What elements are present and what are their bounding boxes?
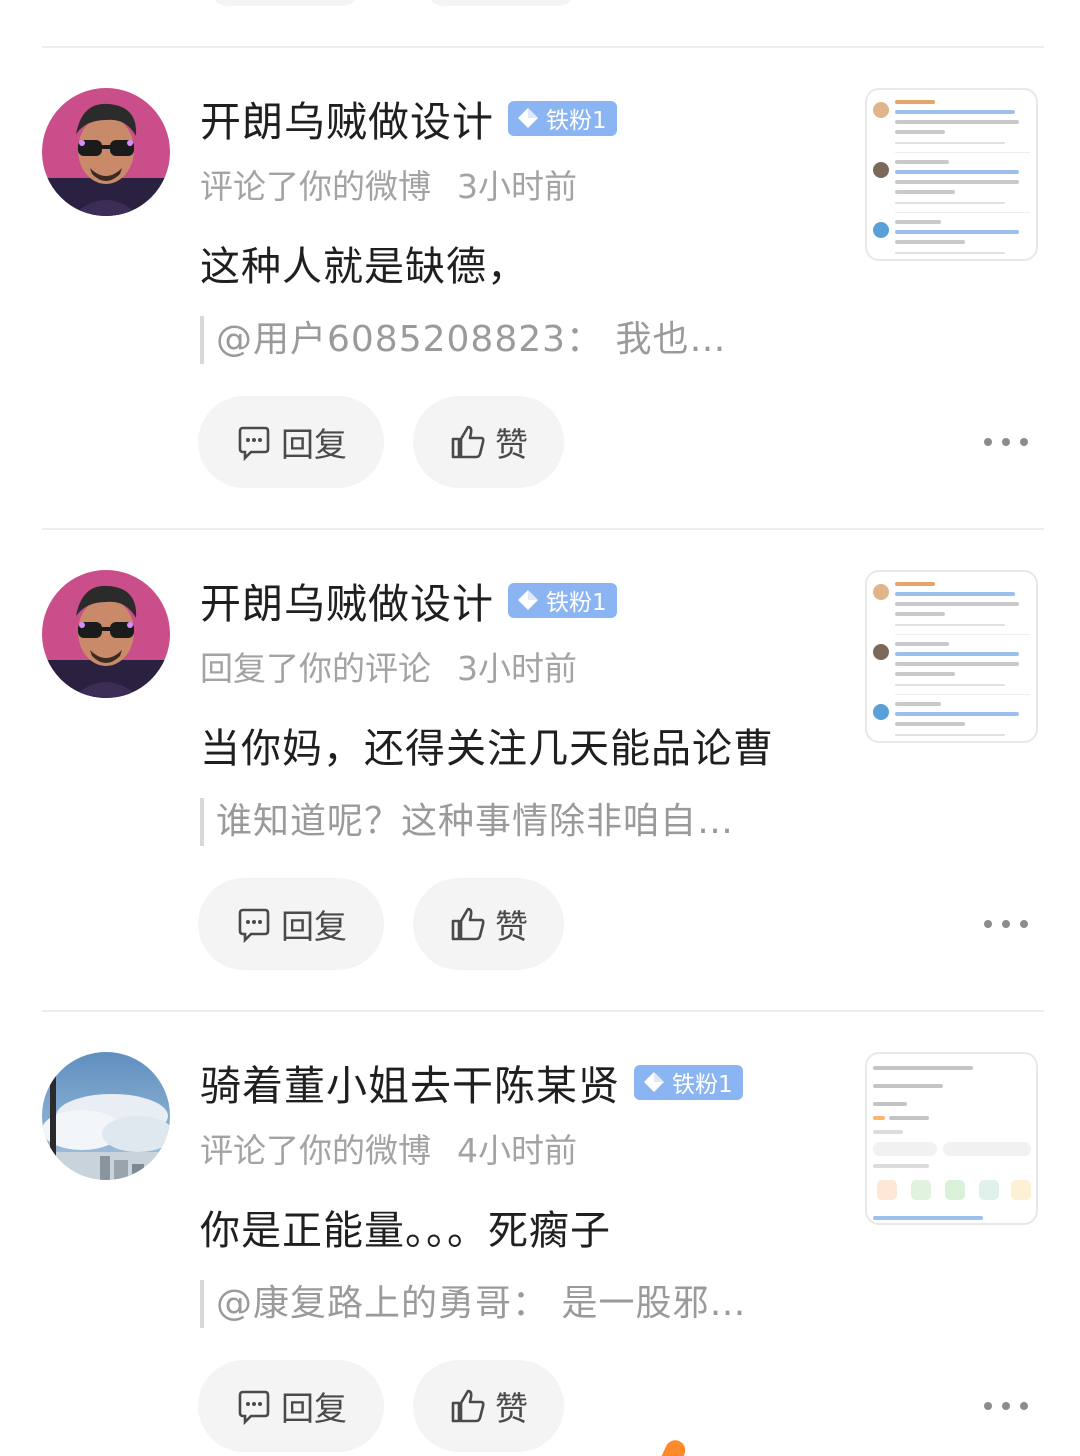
meta-row: 回复了你的评论 3小时前 [200,642,577,690]
diamond-icon [518,590,538,610]
reply-button[interactable]: 回复 [198,878,384,970]
more-dots-icon[interactable] [984,424,1028,460]
comment-bubble-icon [238,426,270,461]
action-text: 评论了你的微博 [200,1131,431,1170]
previous-reply-button-edge[interactable] [210,0,360,6]
action-text: 评论了你的微博 [200,167,431,206]
timestamp: 4小时前 [457,1131,577,1170]
comment-bubble-icon [238,1390,270,1425]
reply-label: 回复 [281,1389,347,1428]
badge-label: 铁粉1 [546,108,607,134]
action-text: 回复了你的评论 [200,649,431,688]
divider [42,1010,1044,1012]
diamond-icon [518,108,538,128]
badge-label: 铁粉1 [672,1072,733,1098]
divider [42,528,1044,530]
meta-row: 评论了你的微博 4小时前 [200,1124,577,1172]
more-dots-icon[interactable] [984,906,1028,942]
thumbs-up-icon [451,907,485,941]
meta-row: 评论了你的微博 3小时前 [200,160,577,208]
avatar[interactable] [42,570,170,698]
post-thumbnail[interactable] [865,1052,1038,1225]
like-label: 赞 [495,907,528,946]
fan-badge[interactable]: 铁粉1 [508,582,617,618]
quoted-text[interactable]: 谁知道呢？这种事情除非咱自… [200,798,734,846]
avatar[interactable] [42,1052,170,1180]
username[interactable]: 开朗乌贼做设计 [200,88,494,148]
comment-text[interactable]: 当你妈，还得关注几天能品论曹 [200,716,774,774]
like-label: 赞 [495,425,528,464]
badge-label: 铁粉1 [546,590,607,616]
reply-label: 回复 [281,425,347,464]
notification-item[interactable]: 开朗乌贼做设计 铁粉1 评论了你的微博 3小时前 这种人就是缺德， @用户6085… [0,88,1080,508]
fan-badge[interactable]: 铁粉1 [508,100,617,136]
avatar[interactable] [42,88,170,216]
like-button[interactable]: 赞 [413,878,564,970]
thumbs-up-icon [451,425,485,459]
previous-like-button-edge[interactable] [426,0,576,6]
comment-text[interactable]: 这种人就是缺德， [200,234,528,292]
post-thumbnail[interactable] [865,570,1038,743]
diamond-icon [644,1072,664,1092]
reply-button[interactable]: 回复 [198,1360,384,1452]
comment-text[interactable]: 你是正能量。。。死瘸子 [200,1198,611,1256]
like-button[interactable]: 赞 [413,396,564,488]
post-thumbnail[interactable] [865,88,1038,261]
reply-button[interactable]: 回复 [198,396,384,488]
quoted-text[interactable]: @用户6085208823： 我也… [200,316,727,364]
username[interactable]: 开朗乌贼做设计 [200,570,494,630]
like-label: 赞 [495,1389,528,1428]
timestamp: 3小时前 [457,167,577,206]
fan-badge[interactable]: 铁粉1 [634,1064,743,1100]
reply-label: 回复 [281,907,347,946]
username[interactable]: 骑着董小姐去干陈某贤 [200,1052,620,1112]
more-dots-icon[interactable] [984,1388,1028,1424]
notification-item[interactable]: 骑着董小姐去干陈某贤 铁粉1 评论了你的微博 4小时前 你是正能量。。。死瘸子 @… [0,1052,1080,1456]
thumbs-up-icon [451,1389,485,1423]
quoted-text[interactable]: @康复路上的勇哥： 是一股邪… [200,1280,746,1328]
like-button[interactable]: 赞 [413,1360,564,1452]
divider [42,46,1044,48]
timestamp: 3小时前 [457,649,577,688]
notification-item[interactable]: 开朗乌贼做设计 铁粉1 回复了你的评论 3小时前 当你妈，还得关注几天能品论曹 谁… [0,570,1080,990]
comment-bubble-icon [238,908,270,943]
